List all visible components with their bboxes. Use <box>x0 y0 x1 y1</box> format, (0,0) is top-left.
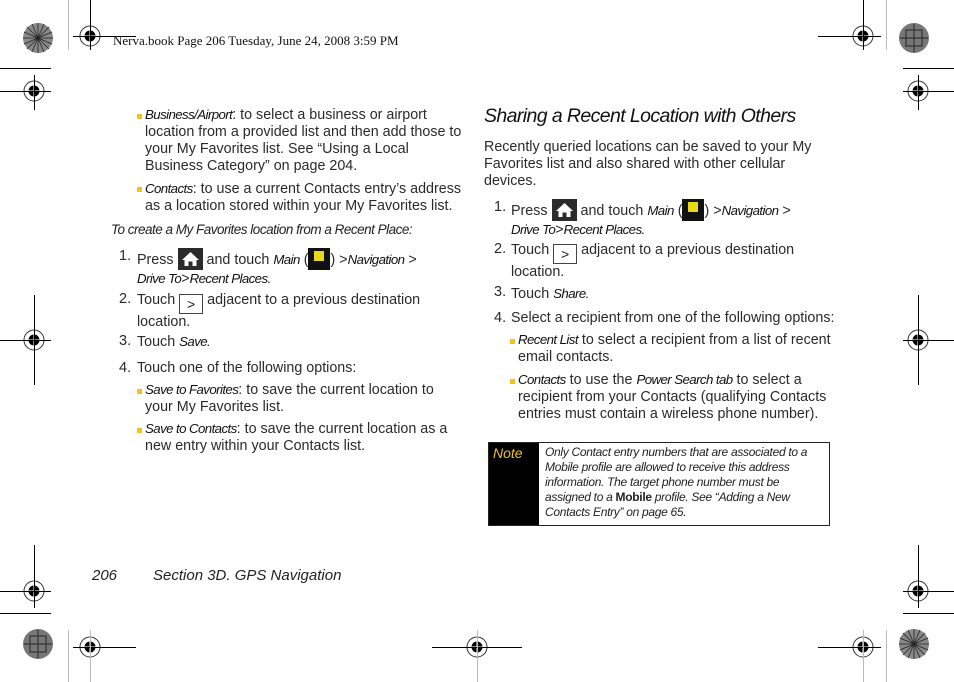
chevron-right-icon: > <box>179 294 204 314</box>
step-number: 1. <box>494 199 507 215</box>
home-icon <box>177 248 203 270</box>
step-number: 3. <box>119 333 132 349</box>
home-icon <box>551 199 577 221</box>
bullet-icon <box>137 389 142 394</box>
step-number: 1. <box>119 248 132 264</box>
section-heading: Sharing a Recent Location with Others <box>484 105 796 127</box>
procedure-title: To create a My Favorites location from a… <box>111 222 413 237</box>
note-box: Note Only Contact entry numbers that are… <box>488 442 830 526</box>
step-number: 4. <box>119 360 132 376</box>
step-1: Press and touch Main (Main) >Navigation … <box>137 248 467 288</box>
bullet-icon <box>510 379 515 384</box>
step-1: Press and touch Main (Main) >Navigation … <box>511 199 841 239</box>
main-menu-icon: Main <box>308 248 331 270</box>
rosette-mark-icon <box>899 23 929 53</box>
note-text: Only Contact entry numbers that are asso… <box>545 445 808 519</box>
bullet-icon <box>510 339 515 344</box>
step-number: 3. <box>494 284 507 300</box>
list-item: Recent List to select a recipient from a… <box>518 332 831 365</box>
step-2: Touch > adjacent to a previous destinati… <box>511 242 795 280</box>
step-4: Touch one of the following options: <box>137 360 357 376</box>
page-number: 206 <box>92 567 118 584</box>
step-2: Touch > adjacent to a previous destinati… <box>137 292 421 330</box>
section-title: Section 3D. GPS Navigation <box>153 567 342 584</box>
bullet-icon <box>137 114 142 119</box>
step-3: Touch Share. <box>511 286 589 302</box>
intro-paragraph: Recently queried locations can be saved … <box>484 139 812 189</box>
step-3: Touch Save. <box>137 334 211 350</box>
step-number: 2. <box>494 241 507 257</box>
list-item: Contacts: to use a current Contacts entr… <box>145 181 462 214</box>
list-item: Contacts to use the Power Search tab to … <box>518 372 827 422</box>
list-item: Business/Airport: to select a business o… <box>145 107 462 174</box>
rosette-mark-icon <box>23 23 53 53</box>
step-number: 2. <box>119 291 132 307</box>
note-label: Note <box>493 445 523 461</box>
bullet-icon <box>137 187 142 192</box>
step-number: 4. <box>494 310 507 326</box>
chevron-right-icon: > <box>553 244 578 264</box>
step-4: Select a recipient from one of the follo… <box>511 310 835 326</box>
print-header: Nerva.book Page 206 Tuesday, June 24, 20… <box>113 33 399 48</box>
list-item: Save to Favorites: to save the current l… <box>145 382 434 415</box>
rosette-mark-icon <box>23 629 53 659</box>
note-label-block: Note <box>489 443 539 525</box>
list-item: Save to Contacts: to save the current lo… <box>145 421 448 454</box>
rosette-mark-icon <box>899 629 929 659</box>
main-menu-icon: Main <box>682 199 705 221</box>
bullet-icon <box>137 428 142 433</box>
